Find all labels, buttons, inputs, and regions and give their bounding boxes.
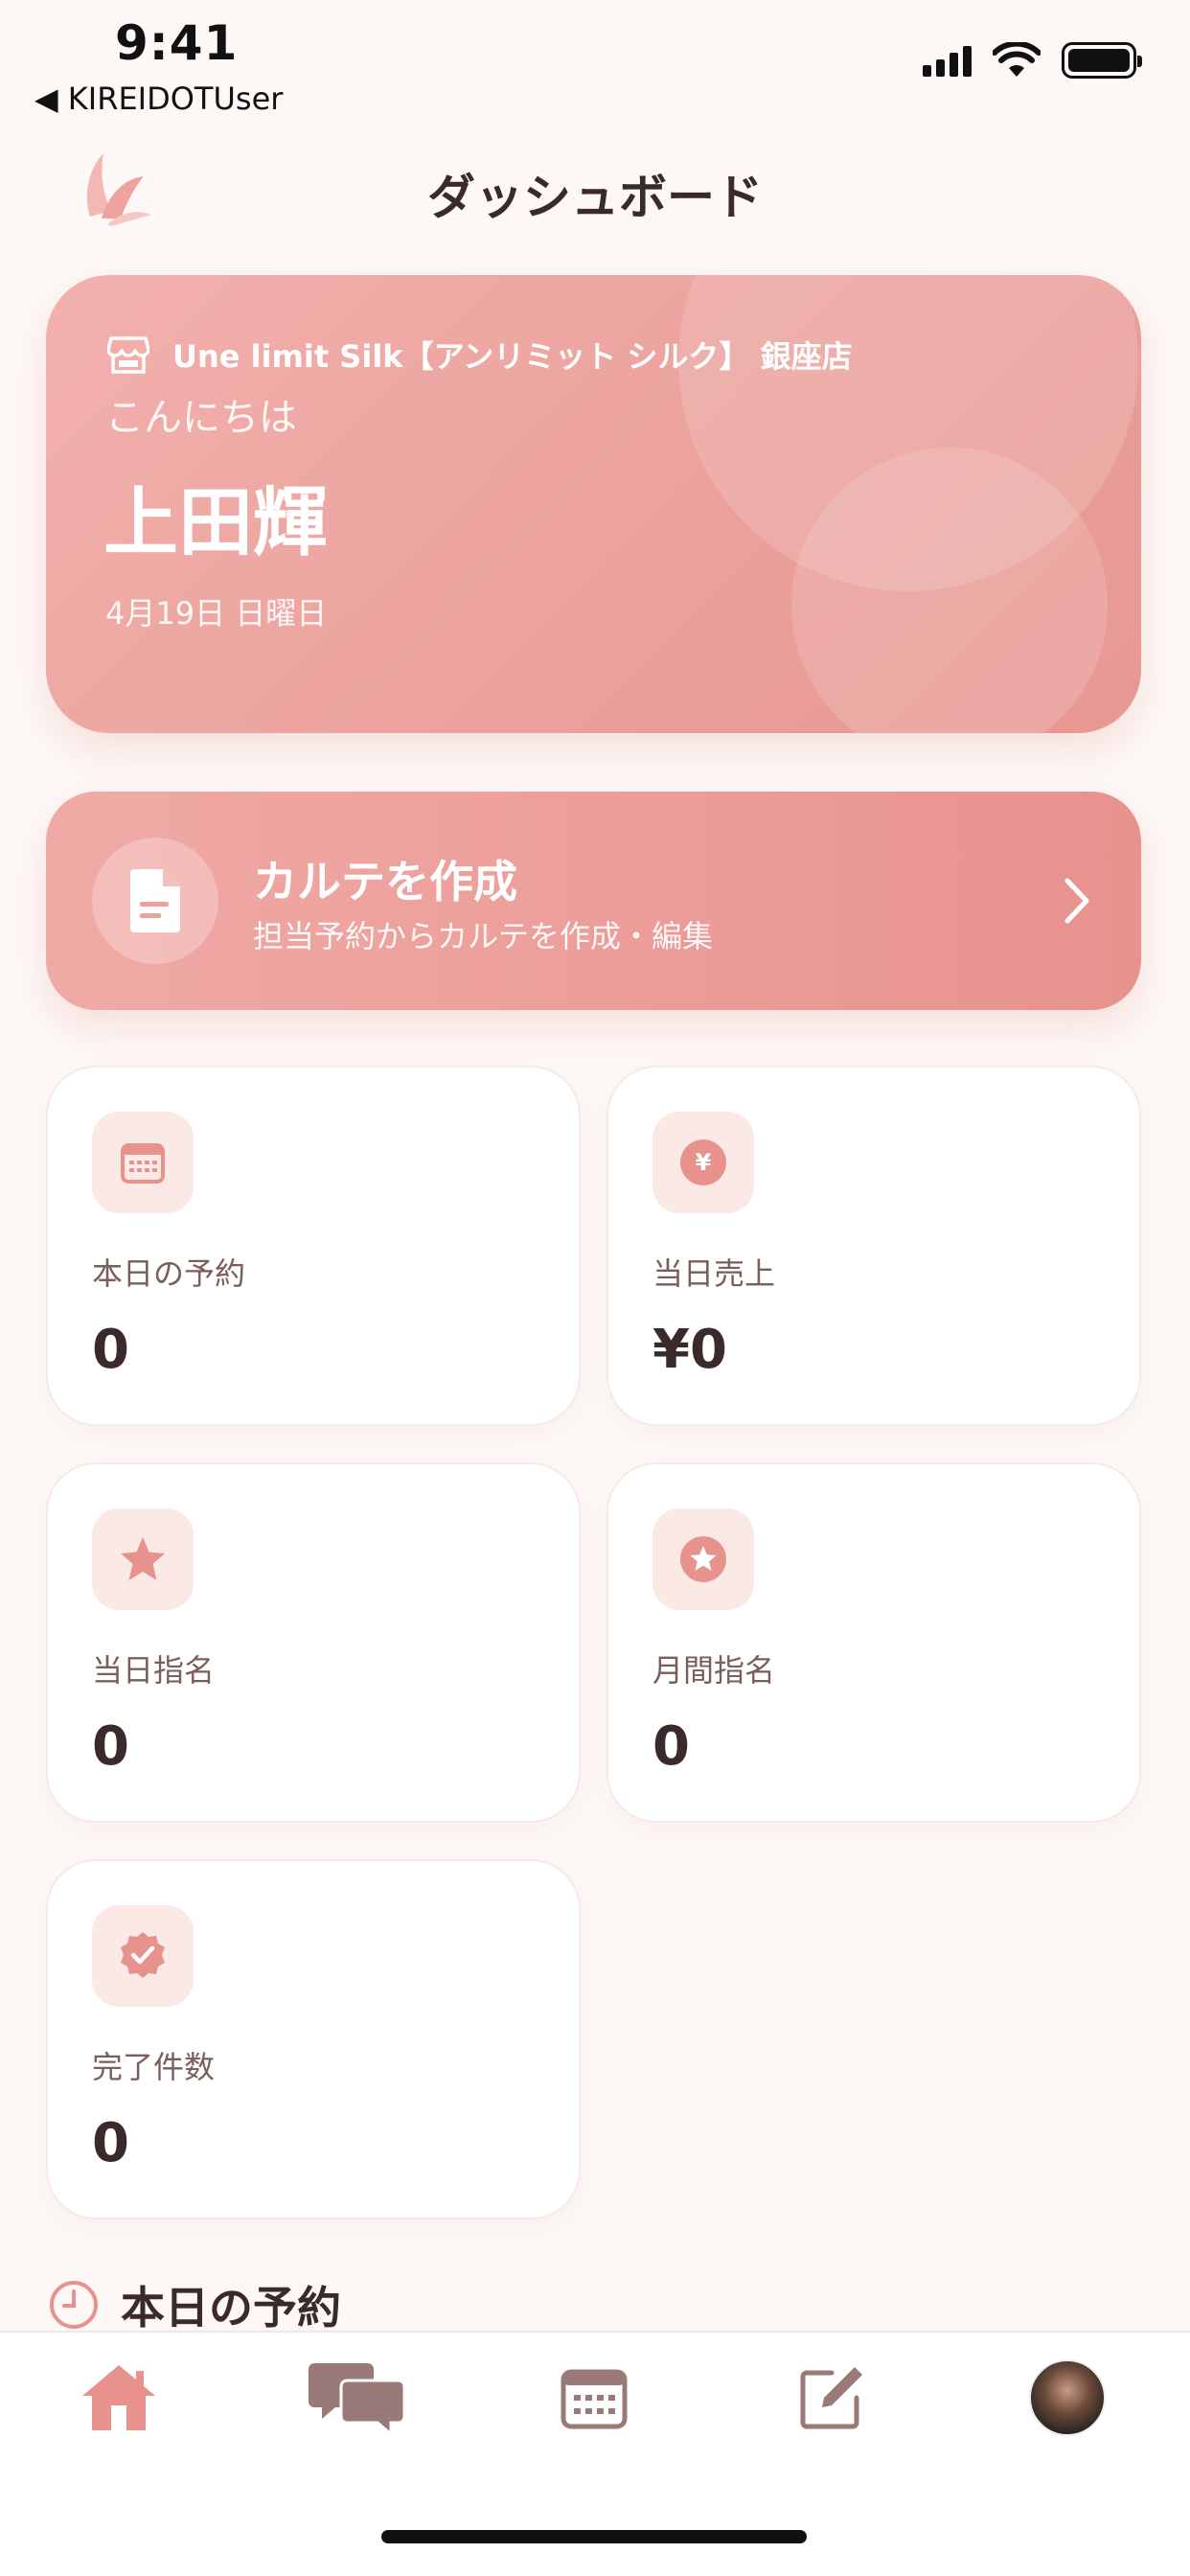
stat-value: ¥0 bbox=[652, 1319, 727, 1381]
stat-value: 0 bbox=[92, 1319, 129, 1381]
stat-card-completed-count[interactable]: 完了件数 0 bbox=[46, 1859, 581, 2220]
shop-row: Une limit Silk【アンリミット シルク】 銀座店 bbox=[107, 333, 853, 377]
avatar bbox=[1029, 2359, 1106, 2436]
cellular-signal-icon bbox=[923, 44, 972, 77]
stat-value: 0 bbox=[652, 1715, 690, 1778]
stat-card-monthly-nominations[interactable]: 月間指名 0 bbox=[606, 1462, 1141, 1823]
section-title: 本日の予約 bbox=[121, 2282, 341, 2334]
stat-label: 月間指名 bbox=[652, 1652, 776, 1689]
clock-icon bbox=[50, 2281, 98, 2329]
stat-value: 0 bbox=[92, 2112, 129, 2174]
check-badge-icon bbox=[92, 1905, 194, 2007]
stat-label: 完了件数 bbox=[92, 2049, 216, 2085]
status-time: 9:41 bbox=[115, 15, 239, 71]
stat-label: 当日売上 bbox=[652, 1255, 776, 1292]
tab-edit[interactable] bbox=[774, 2350, 889, 2446]
page-title: ダッシュボード bbox=[427, 170, 763, 225]
today-reservations-heading: 本日の予約 bbox=[48, 2273, 341, 2336]
stat-label: 当日指名 bbox=[92, 1652, 216, 1689]
chevron-right-icon bbox=[1064, 878, 1089, 924]
stat-value: 0 bbox=[92, 1715, 129, 1778]
calendar-icon bbox=[92, 1112, 194, 1213]
status-bar: 9:41 ◀ KIREIDOTUser bbox=[0, 0, 1190, 125]
status-icons bbox=[923, 42, 1142, 79]
home-indicator bbox=[381, 2530, 807, 2543]
stat-card-daily-sales[interactable]: ¥ 当日売上 ¥0 bbox=[606, 1066, 1141, 1426]
tab-calendar[interactable] bbox=[537, 2350, 652, 2446]
karte-icon-circle bbox=[92, 838, 218, 964]
greeting-card: Une limit Silk【アンリミット シルク】 銀座店 こんにちは 上田輝… bbox=[46, 275, 1141, 733]
battery-icon bbox=[1062, 42, 1142, 79]
calendar-icon bbox=[561, 2369, 628, 2429]
store-icon bbox=[107, 336, 149, 374]
stat-card-daily-nominations[interactable]: 当日指名 0 bbox=[46, 1462, 581, 1823]
greeting-text: こんにちは bbox=[105, 396, 297, 440]
home-icon bbox=[82, 2365, 155, 2430]
user-name: 上田輝 bbox=[103, 480, 329, 566]
tab-chat[interactable] bbox=[299, 2350, 414, 2446]
back-to-app-link[interactable]: ◀ KIREIDOTUser bbox=[34, 80, 283, 117]
star-circle-icon bbox=[652, 1508, 754, 1610]
karte-title: カルテを作成 bbox=[253, 856, 517, 908]
tab-profile[interactable] bbox=[1010, 2350, 1125, 2446]
yen-icon: ¥ bbox=[652, 1112, 754, 1213]
document-icon bbox=[130, 869, 180, 932]
stat-label: 本日の予約 bbox=[92, 1255, 246, 1292]
tab-home[interactable] bbox=[61, 2350, 176, 2446]
current-date: 4月19日 日曜日 bbox=[105, 595, 328, 632]
yen-symbol: ¥ bbox=[696, 1149, 712, 1176]
stat-card-today-reservations[interactable]: 本日の予約 0 bbox=[46, 1066, 581, 1426]
star-icon bbox=[92, 1508, 194, 1610]
edit-icon bbox=[800, 2367, 862, 2429]
create-karte-button[interactable]: カルテを作成 担当予約からカルテを作成・編集 bbox=[46, 792, 1141, 1010]
shop-name: Une limit Silk【アンリミット シルク】 銀座店 bbox=[172, 338, 853, 375]
header: ダッシュボード bbox=[0, 134, 1190, 240]
wifi-icon bbox=[993, 42, 1041, 77]
karte-subtitle: 担当予約からカルテを作成・編集 bbox=[253, 918, 714, 954]
chat-icon bbox=[309, 2363, 406, 2436]
